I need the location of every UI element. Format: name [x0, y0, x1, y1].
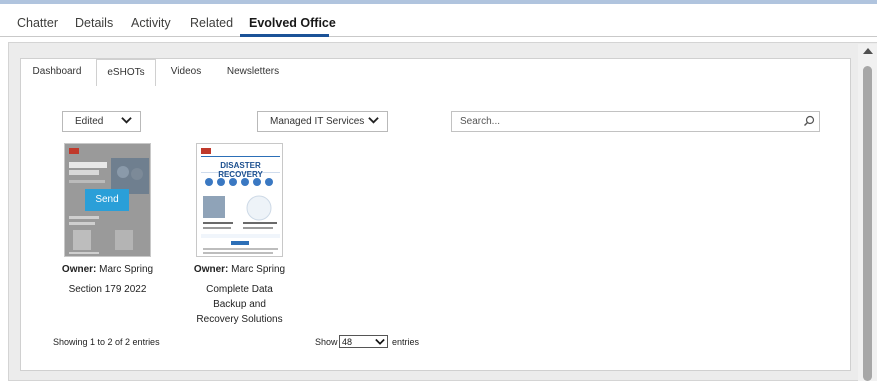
owner-label: Owner:	[61, 264, 97, 275]
table-info-text: Showing 1 to 2 of 2 entries	[53, 337, 160, 347]
tab-eshots[interactable]: eSHOTs	[96, 59, 156, 86]
eshot-thumbnail-disaster-recovery[interactable]: DISASTER RECOVERY	[196, 143, 283, 257]
status-filter-select[interactable]: Edited	[62, 111, 141, 132]
eshot-title-line: Recovery Solutions	[196, 314, 283, 325]
active-tab-indicator	[240, 34, 329, 37]
tab-dashboard[interactable]: Dashboard	[26, 59, 88, 85]
tab-related[interactable]: Related	[190, 16, 233, 30]
eshot-title-line: Backup and	[213, 299, 266, 310]
search-placeholder: Search...	[460, 116, 501, 127]
entries-label: entries	[392, 337, 420, 347]
chevron-down-icon	[121, 117, 132, 124]
page-length-select[interactable]: 48	[339, 335, 388, 348]
eshot-title: Complete Data Backup and Recovery Soluti…	[178, 282, 301, 327]
eshot-title: Section 179 2022	[46, 282, 169, 297]
scrollbar-thumb[interactable]	[863, 66, 872, 381]
category-filter-value: Managed IT Services	[270, 116, 365, 127]
page-length-value: 48	[342, 337, 353, 347]
tab-details[interactable]: Details	[75, 16, 113, 30]
search-input[interactable]: Search...	[451, 111, 820, 132]
chevron-down-icon	[375, 338, 385, 345]
eshot-title-line: Complete Data	[206, 284, 273, 295]
category-filter-select[interactable]: Managed IT Services	[257, 111, 388, 132]
status-filter-value: Edited	[75, 116, 104, 127]
tab-newsletters[interactable]: Newsletters	[220, 59, 286, 85]
tab-videos[interactable]: Videos	[162, 59, 210, 85]
owner-label: Owner:	[193, 264, 229, 275]
show-label: Show	[315, 337, 338, 347]
tab-activity[interactable]: Activity	[131, 16, 171, 30]
eshot-thumbnail-section-179[interactable]: Send	[64, 143, 151, 257]
card-owner: Owner: Marc Spring	[46, 264, 169, 275]
scroll-up-arrow-icon[interactable]	[863, 48, 873, 54]
vertical-scrollbar[interactable]	[858, 44, 877, 381]
card-owner: Owner: Marc Spring	[178, 264, 301, 275]
search-icon[interactable]	[803, 115, 815, 127]
eshot-title-line: Section 179 2022	[68, 284, 147, 295]
record-tabs: Chatter Details Activity Related Evolved…	[0, 4, 877, 37]
tab-chatter[interactable]: Chatter	[17, 16, 58, 30]
owner-name: Marc Spring	[99, 264, 154, 275]
tab-evolved-office[interactable]: Evolved Office	[249, 16, 336, 30]
owner-name: Marc Spring	[231, 264, 286, 275]
chevron-down-icon	[368, 117, 379, 124]
thumbnail-heading: DISASTER RECOVERY	[218, 161, 263, 179]
send-button[interactable]: Send	[85, 189, 129, 211]
